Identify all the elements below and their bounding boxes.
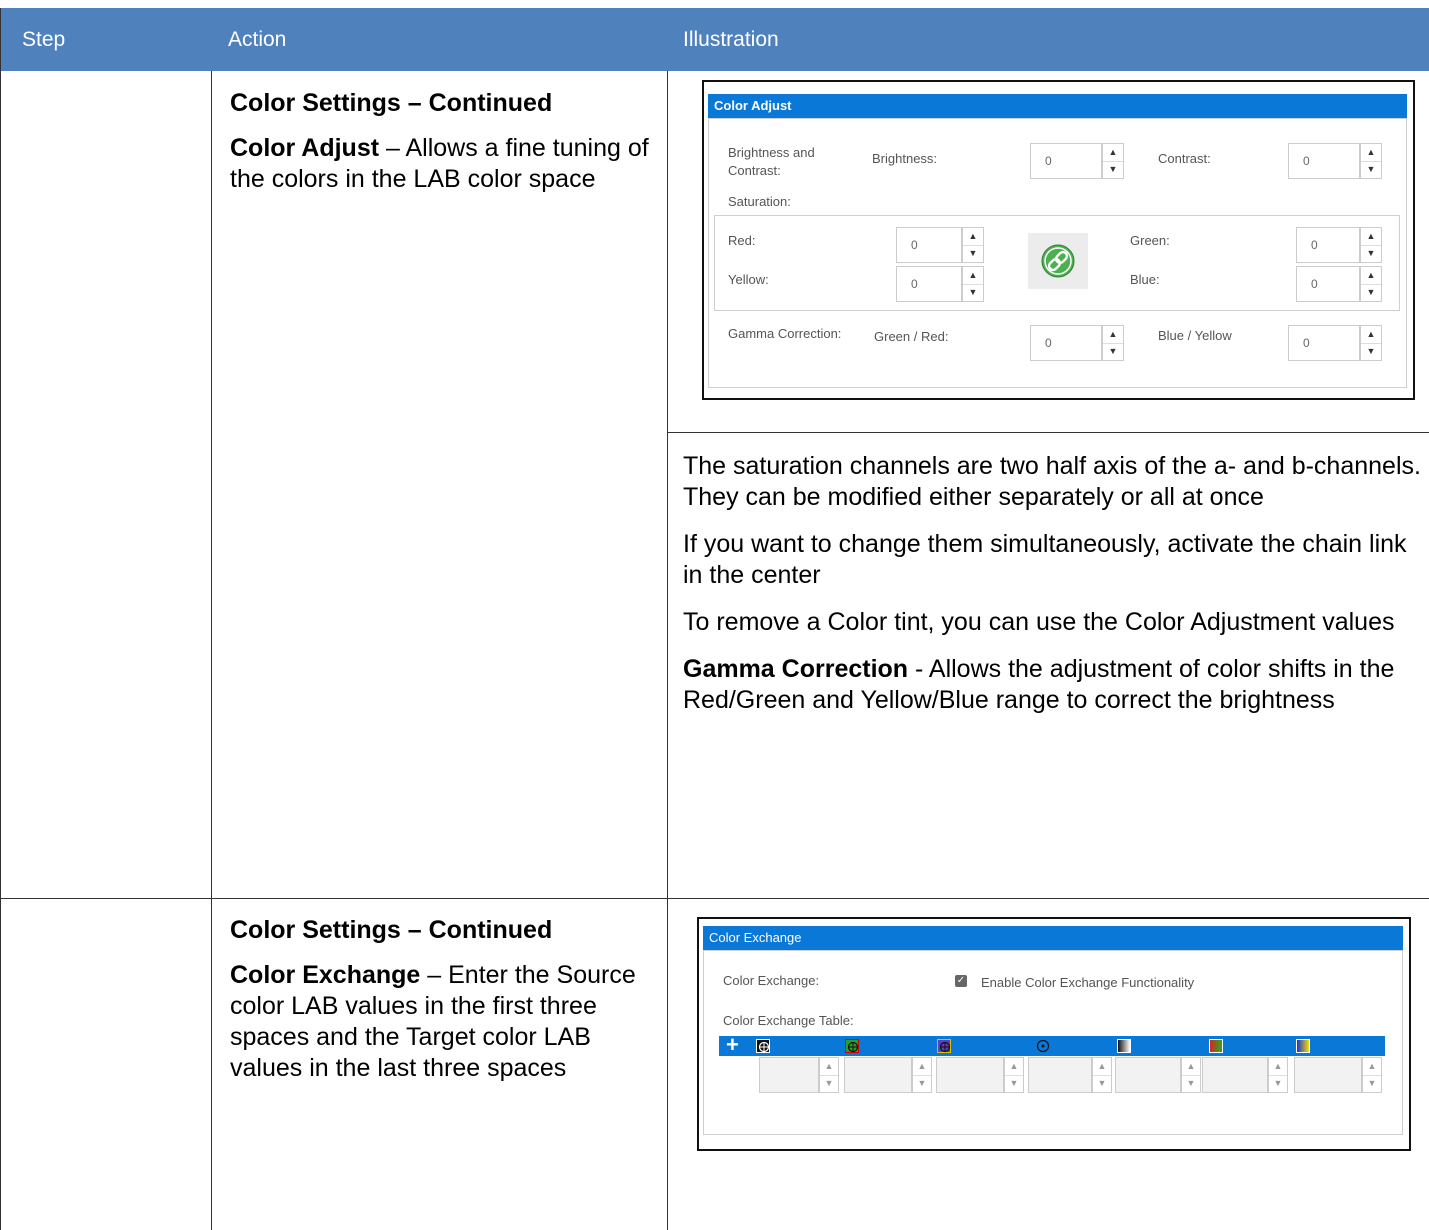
target-gradient-red-green-icon [1209,1039,1223,1053]
color-exchange-label: Color Exchange: [723,973,820,988]
red-stepper[interactable]: ▲ ▼ [962,227,984,263]
row1-action-title: Color Settings – Continued [230,89,553,117]
exchange-stepper-1[interactable]: ▲ ▼ [819,1057,839,1093]
color-exchange-screenshot: Color Exchange Color Exchange: ✓ Enable … [697,917,1411,1151]
color-exchange-table-header [719,1036,1385,1056]
exchange-input-3[interactable] [936,1057,1004,1093]
row2-action: Color Settings – Continued Color Exchang… [230,915,650,1098]
target-l-icon [1036,1039,1050,1053]
blue-yellow-label: Blue / Yellow [1158,328,1232,343]
blue-yellow-stepper[interactable]: ▲ ▼ [1360,325,1382,361]
row2-action-title: Color Settings – Continued [230,916,553,944]
desc-chain-link: If you want to change them simultaneousl… [683,530,1407,589]
grid-divider-action [667,71,668,1230]
green-red-input[interactable]: 0 [1030,325,1102,361]
exchange-stepper-4[interactable]: ▲ ▼ [1092,1057,1112,1093]
grid-left-border [0,8,1,1230]
exchange-stepper-3[interactable]: ▲ ▼ [1004,1057,1024,1093]
desc-color-tint: To remove a Color tint, you can use the … [683,608,1395,636]
source-b-icon [937,1039,951,1053]
contrast-stepper[interactable]: ▲ ▼ [1360,143,1382,179]
exchange-input-7[interactable] [1294,1057,1362,1093]
exchange-input-6[interactable] [1202,1057,1268,1093]
contrast-input[interactable]: 0 [1288,143,1360,179]
yellow-label: Yellow: [728,272,769,287]
row1-description: The saturation channels are two half axi… [683,451,1423,732]
contrast-label: Contrast: [1158,151,1211,166]
exchange-input-2[interactable] [844,1057,912,1093]
red-label: Red: [728,233,756,248]
green-input[interactable]: 0 [1296,227,1360,263]
brightness-input[interactable]: 0 [1030,143,1102,179]
red-input[interactable]: 0 [896,227,962,263]
grid-divider-step [211,71,212,1230]
brightness-stepper[interactable]: ▲ ▼ [1102,143,1124,179]
desc-gamma-bold: Gamma Correction [683,655,909,683]
chain-link-icon [1041,244,1075,278]
enable-color-exchange-label: Enable Color Exchange Functionality [981,975,1195,990]
gamma-correction-label: Gamma Correction: [728,326,842,341]
grid-divider-illustration [667,432,1429,433]
color-exchange-title: Color Exchange [703,926,1403,950]
color-exchange-table-label: Color Exchange Table: [723,1013,854,1028]
exchange-stepper-7[interactable]: ▲ ▼ [1362,1057,1382,1093]
brightness-contrast-label: Brightness and Contrast: [728,145,815,178]
desc-saturation: The saturation channels are two half axi… [683,452,1421,511]
header-action: Action [228,28,287,51]
row1-action-bold: Color Adjust [230,134,380,162]
brightness-label: Brightness: [872,151,938,166]
green-red-stepper[interactable]: ▲ ▼ [1102,325,1124,361]
enable-color-exchange-checkbox[interactable]: ✓ [955,975,967,987]
exchange-stepper-2[interactable]: ▲ ▼ [912,1057,932,1093]
row1-action: Color Settings – Continued Color Adjust … [230,88,650,209]
blue-stepper[interactable]: ▲ ▼ [1360,266,1382,302]
blue-input[interactable]: 0 [1296,266,1360,302]
exchange-stepper-6[interactable]: ▲ ▼ [1268,1057,1288,1093]
green-label: Green: [1130,233,1170,248]
grid-row-divider [0,898,1429,899]
blue-yellow-input[interactable]: 0 [1288,325,1360,361]
target-gradient-gray-icon [1117,1039,1131,1053]
add-row-icon[interactable]: + [726,1034,739,1056]
exchange-input-5[interactable] [1115,1057,1181,1093]
target-gradient-blue-yellow-icon [1296,1039,1310,1053]
header-illustration: Illustration [683,28,779,51]
source-a-icon [845,1039,859,1053]
color-adjust-title: Color Adjust [708,94,1407,118]
yellow-stepper[interactable]: ▲ ▼ [962,266,984,302]
blue-label: Blue: [1130,272,1160,287]
saturation-label: Saturation: [728,194,791,209]
exchange-stepper-5[interactable]: ▲ ▼ [1181,1057,1201,1093]
green-stepper[interactable]: ▲ ▼ [1360,227,1382,263]
exchange-input-4[interactable] [1028,1057,1092,1093]
green-red-label: Green / Red: [874,329,949,344]
exchange-input-1[interactable] [759,1057,819,1093]
yellow-input[interactable]: 0 [896,266,962,302]
row2-action-bold: Color Exchange [230,961,421,989]
chain-link-button[interactable] [1028,233,1088,289]
header-step: Step [22,28,66,51]
source-l-icon [756,1039,770,1053]
color-adjust-screenshot: Color Adjust Brightness and Contrast: Br… [702,80,1415,400]
